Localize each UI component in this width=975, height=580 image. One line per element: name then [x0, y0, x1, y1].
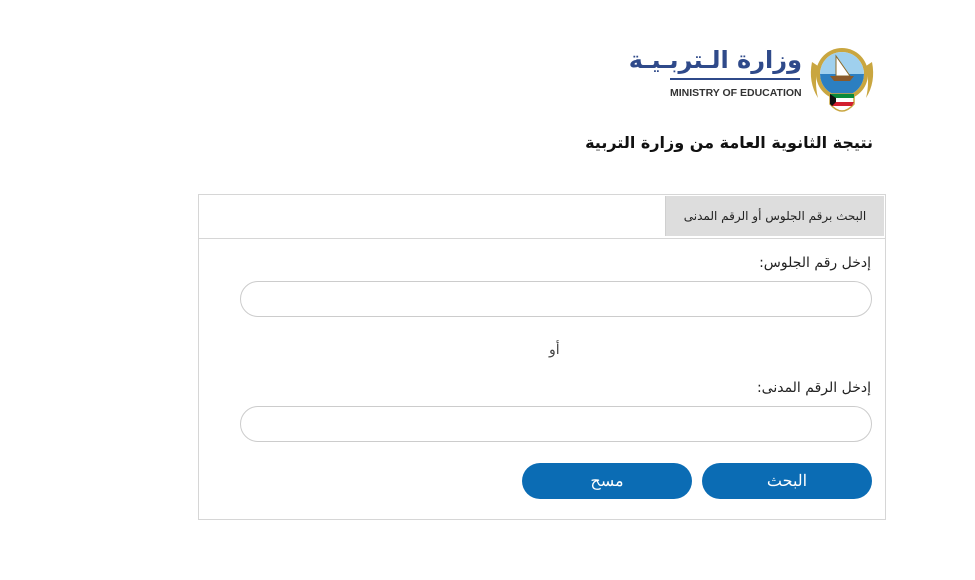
tab-search-by-seat-or-civil-id[interactable]: البحث برقم الجلوس أو الرقم المدنى	[665, 196, 884, 236]
page: وزارة الـتربـيـة MINISTRY OF EDUCATION ن…	[0, 0, 975, 580]
logo-arabic-text: وزارة الـتربـيـة	[628, 46, 802, 74]
or-separator: أو	[549, 342, 560, 358]
ministry-logo: وزارة الـتربـيـة MINISTRY OF EDUCATION	[628, 42, 880, 124]
search-panel: البحث برقم الجلوس أو الرقم المدنى إدخل ر…	[198, 194, 886, 520]
civil-id-input[interactable]	[240, 406, 872, 442]
panel-tab-bar: البحث برقم الجلوس أو الرقم المدنى	[199, 195, 885, 239]
search-button[interactable]: البحث	[702, 463, 872, 499]
logo-divider	[670, 78, 800, 80]
civil-id-label: إدخل الرقم المدنى:	[756, 380, 871, 396]
logo-english-text: MINISTRY OF EDUCATION	[670, 87, 802, 99]
page-title: نتيجة الثانوية العامة من وزارة التربية	[585, 133, 873, 152]
seat-number-label: إدخل رقم الجلوس:	[759, 255, 871, 271]
kuwait-emblem-icon	[810, 48, 874, 112]
clear-button[interactable]: مسح	[522, 463, 692, 499]
seat-number-input[interactable]	[240, 281, 872, 317]
